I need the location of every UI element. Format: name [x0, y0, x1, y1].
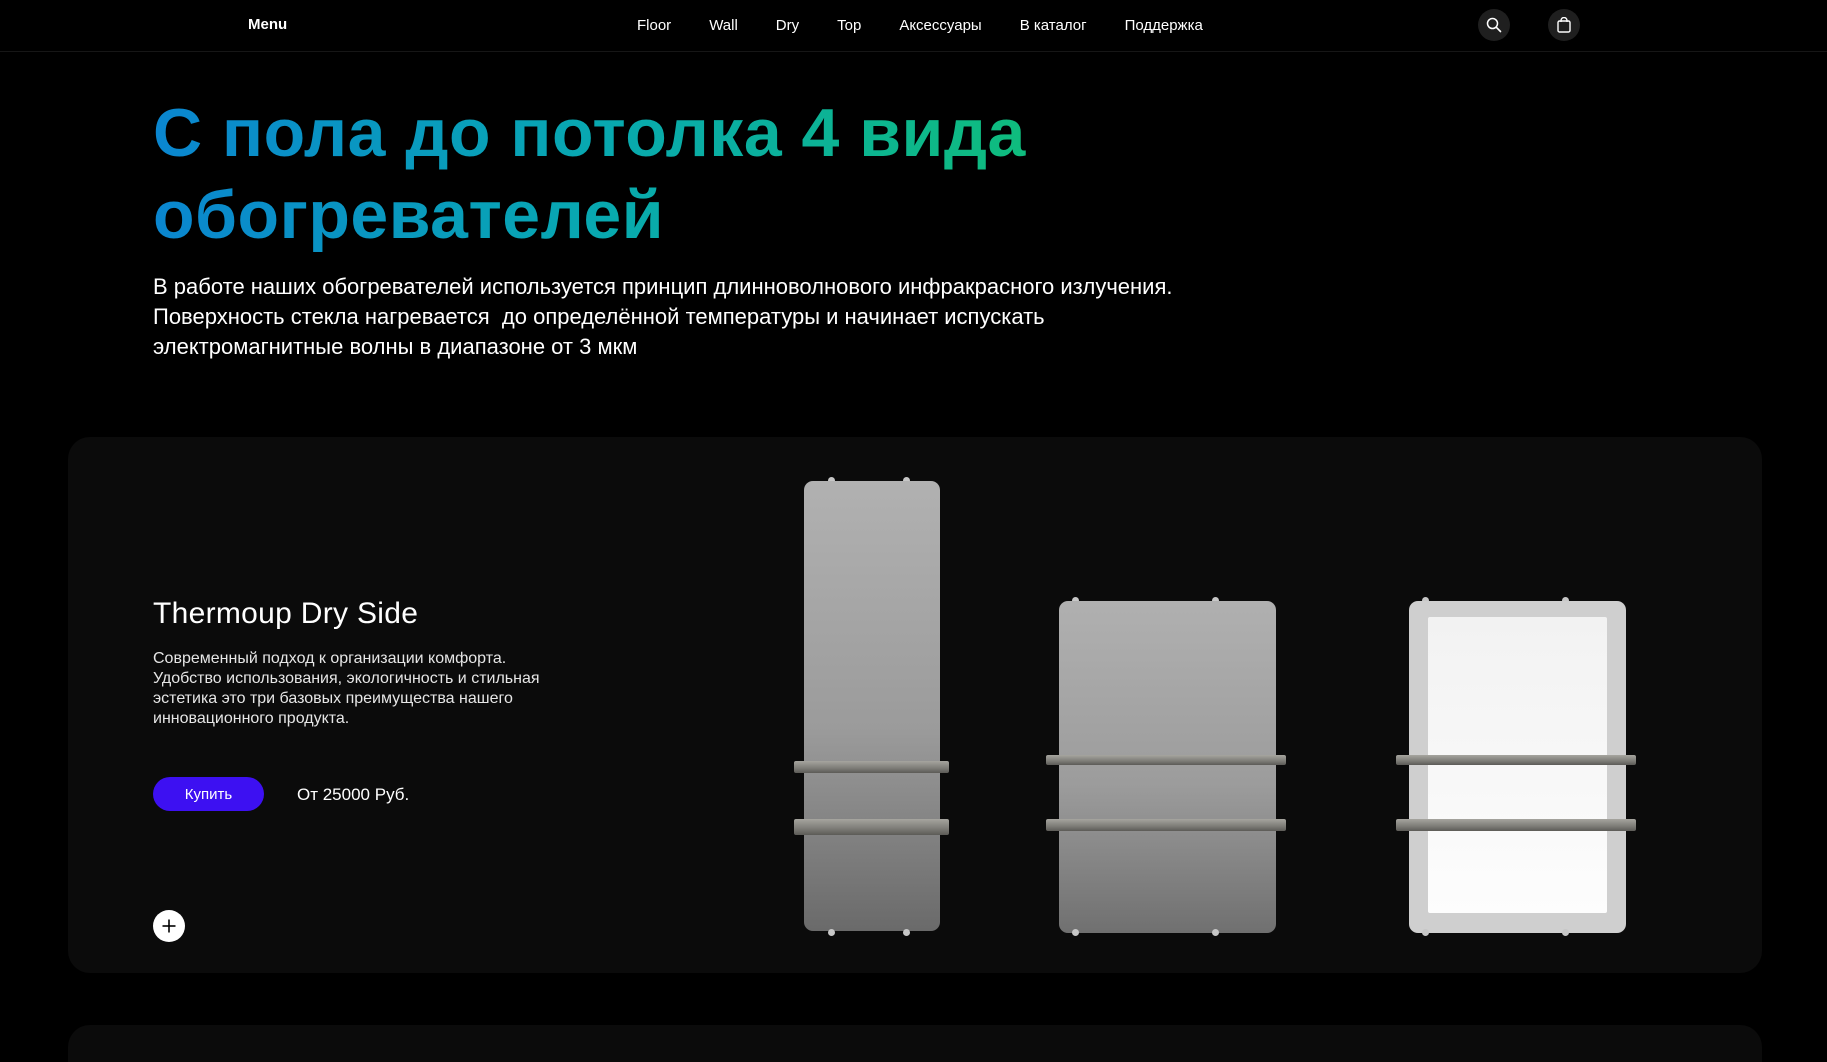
next-product-card [68, 1025, 1762, 1062]
hero-description: В работе наших обогревателей используетс… [153, 272, 1353, 362]
hero-desc-line2: Поверхность стекла нагревается до опреде… [153, 304, 1045, 329]
nav-link-accessories[interactable]: Аксессуары [880, 17, 1000, 34]
product-desc-line2: Удобство использования, экологичность и … [153, 670, 540, 687]
search-button[interactable] [1478, 9, 1510, 41]
product-price: От 25000 Руб. [297, 785, 410, 804]
product-card: Thermoup Dry Side Современный подход к о… [68, 437, 1762, 973]
top-nav: Menu Floor Wall Dry Top Аксессуары В кат… [0, 0, 1827, 52]
hero-title: С пола до потолка 4 вида обогревателей [153, 92, 1153, 256]
nav-links: Floor Wall Dry Top Аксессуары В каталог … [618, 0, 1222, 50]
menu-button[interactable]: Menu [248, 0, 287, 50]
product-desc-line4: инновационного продукта. [153, 710, 350, 727]
nav-link-catalog[interactable]: В каталог [1001, 17, 1106, 34]
nav-link-top[interactable]: Top [818, 17, 880, 34]
nav-link-dry[interactable]: Dry [757, 17, 818, 34]
nav-link-floor[interactable]: Floor [618, 17, 690, 34]
expand-button[interactable] [153, 910, 185, 942]
heater-image-wide-gray [1046, 597, 1296, 937]
hero-title-line2: обогревателей [153, 177, 665, 253]
buy-button[interactable]: Купить [153, 777, 264, 811]
cart-button[interactable] [1548, 9, 1580, 41]
product-desc-line1: Современный подход к организации комфорт… [153, 650, 507, 667]
hero-desc-line3: электромагнитные волны в диапазоне от 3 … [153, 334, 638, 359]
hero-desc-line1: В работе наших обогревателей используетс… [153, 274, 1173, 299]
product-desc-line3: эстетика это три базовых преимущества на… [153, 690, 513, 707]
nav-link-support[interactable]: Поддержка [1106, 17, 1222, 34]
heater-image-white [1396, 597, 1646, 937]
product-title: Thermoup Dry Side [153, 597, 419, 630]
shopping-bag-icon [1557, 17, 1571, 33]
product-description: Современный подход к организации комфорт… [153, 649, 613, 729]
search-icon [1486, 17, 1502, 33]
nav-link-wall[interactable]: Wall [690, 17, 757, 34]
hero-title-line1: С пола до потолка 4 вида [153, 95, 1026, 171]
plus-icon [162, 919, 176, 933]
heater-image-tall [792, 477, 952, 936]
